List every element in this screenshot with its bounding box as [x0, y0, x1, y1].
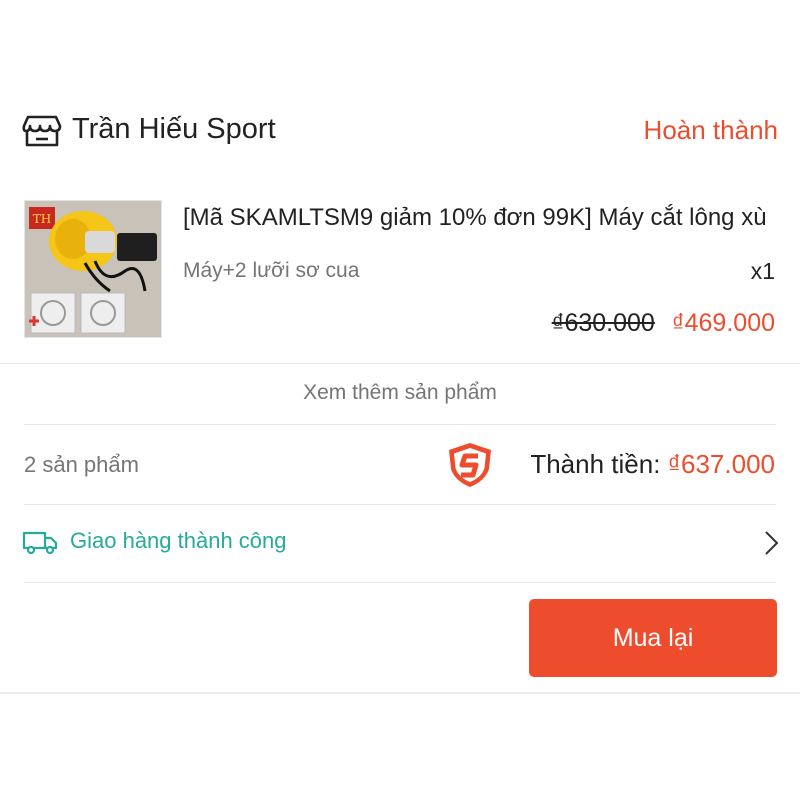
product-thumbnail[interactable]: TH — [24, 200, 162, 338]
view-more-link[interactable]: Xem thêm sản phẩm — [0, 381, 800, 405]
shop-header[interactable]: Trần Hiếu Sport Hoàn thành — [22, 108, 778, 154]
section-divider — [0, 692, 800, 694]
product-variant: Máy+2 lưỡi sơ cua — [183, 259, 360, 282]
shop-name[interactable]: Trần Hiếu Sport — [72, 113, 276, 146]
order-status: Hoàn thành — [643, 115, 778, 145]
product-title[interactable]: [Mã SKAMLTSM9 giảm 10% đơn 99K] Máy cắt … — [183, 204, 775, 232]
shop-icon — [22, 114, 62, 148]
divider — [24, 582, 776, 583]
shopee-guarantee-icon — [445, 441, 495, 489]
total-label: Thành tiền: — [530, 449, 661, 479]
svg-text:TH: TH — [33, 212, 51, 226]
original-price: ₫630.000 — [551, 309, 655, 337]
divider — [24, 424, 776, 425]
order-total: Thành tiền: ₫637.000 — [530, 449, 775, 480]
rebuy-button[interactable]: Mua lại — [529, 599, 777, 677]
delivery-status-row[interactable]: Giao hàng thành công — [22, 520, 780, 566]
chevron-right-icon[interactable] — [762, 530, 780, 556]
delivery-status-text[interactable]: Giao hàng thành công — [70, 528, 287, 554]
price-row: ₫630.000 ₫469.000 — [552, 309, 775, 338]
truck-icon — [22, 530, 58, 556]
divider — [24, 504, 776, 505]
product-quantity: x1 — [750, 258, 775, 284]
item-count: 2 sản phẩm — [24, 452, 139, 477]
divider — [0, 363, 800, 364]
total-value: ₫637.000 — [667, 449, 775, 479]
sale-price: ₫469.000 — [671, 309, 775, 337]
